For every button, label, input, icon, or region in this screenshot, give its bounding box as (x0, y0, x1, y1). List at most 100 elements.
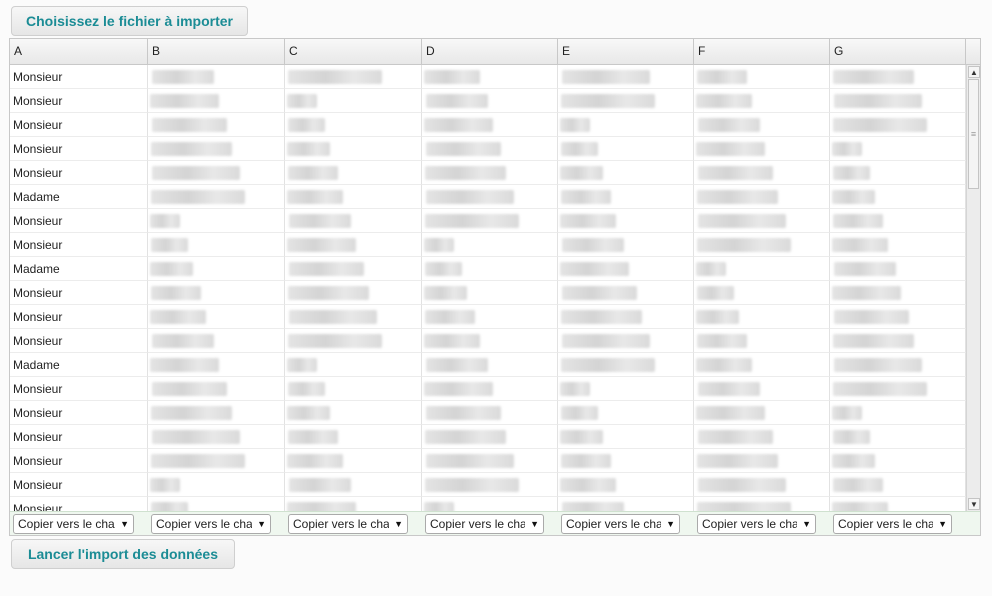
grid-header: A B C D E F G (10, 39, 980, 65)
redacted-value (151, 454, 245, 468)
cell-civility: Monsieur (10, 113, 148, 137)
column-header-e[interactable]: E (558, 39, 694, 64)
chevron-down-icon: ▼ (394, 519, 403, 529)
redacted-value (562, 70, 650, 84)
redacted-value (561, 94, 655, 108)
copy-to-field-select[interactable]: Copier vers le cha ▼ (425, 514, 544, 534)
redacted-value (425, 310, 475, 324)
cell-civility: Monsieur (10, 473, 148, 497)
redacted-value (696, 262, 726, 276)
cell-redacted (285, 281, 422, 305)
cell-redacted (830, 137, 966, 161)
cell-civility: Monsieur (10, 137, 148, 161)
redacted-value (562, 286, 637, 300)
redacted-value (834, 310, 909, 324)
column-mapping-bar: Copier vers le cha ▼ Copier vers le cha ▼ Co… (10, 511, 980, 535)
cell-redacted (558, 113, 694, 137)
redacted-value (833, 478, 883, 492)
cell-redacted (148, 425, 285, 449)
copy-to-field-select[interactable]: Copier vers le cha ▼ (13, 514, 134, 534)
cell-redacted (558, 305, 694, 329)
copy-to-field-select[interactable]: Copier vers le cha ▼ (833, 514, 952, 534)
redacted-value (562, 334, 650, 348)
cell-redacted (558, 233, 694, 257)
column-header-b[interactable]: B (148, 39, 285, 64)
chevron-down-icon: ▼ (666, 519, 675, 529)
cell-civility: Monsieur (10, 65, 148, 89)
redacted-value (832, 190, 875, 204)
select-label: Copier vers le cha (430, 517, 525, 531)
redacted-value (561, 310, 642, 324)
scrollbar-thumb[interactable]: ≡ (968, 79, 979, 189)
redacted-value (287, 502, 356, 511)
column-header-d[interactable]: D (422, 39, 558, 64)
redacted-value (150, 478, 180, 492)
redacted-value (425, 214, 519, 228)
cell-redacted (830, 233, 966, 257)
redacted-value (561, 406, 598, 420)
copy-to-field-select[interactable]: Copier vers le cha ▼ (697, 514, 816, 534)
cell-redacted (148, 257, 285, 281)
cell-redacted (830, 377, 966, 401)
redacted-value (697, 454, 778, 468)
table-row: Monsieur (10, 329, 966, 353)
cell-redacted (830, 353, 966, 377)
copy-to-field-select[interactable]: Copier vers le cha ▼ (288, 514, 408, 534)
redacted-value (560, 262, 629, 276)
redacted-value (698, 430, 773, 444)
cell-redacted (422, 65, 558, 89)
cell-redacted (148, 401, 285, 425)
table-row: Monsieur (10, 377, 966, 401)
cell-civility: Monsieur (10, 425, 148, 449)
chevron-down-icon: ▼ (802, 519, 811, 529)
cell-redacted (285, 113, 422, 137)
import-preview-grid: A B C D E F G Monsieur Monsieur Monsieur Mo… (9, 38, 981, 536)
table-row: Monsieur (10, 209, 966, 233)
cell-civility: Monsieur (10, 401, 148, 425)
redacted-value (698, 166, 773, 180)
cell-redacted (285, 209, 422, 233)
table-row: Monsieur (10, 305, 966, 329)
cell-civility: Monsieur (10, 161, 148, 185)
redacted-value (425, 262, 462, 276)
cell-redacted (830, 185, 966, 209)
table-row: Monsieur (10, 449, 966, 473)
redacted-value (426, 358, 488, 372)
launch-import-button[interactable]: Lancer l'import des données (11, 539, 235, 569)
redacted-value (425, 478, 519, 492)
redacted-value (426, 94, 488, 108)
select-label: Copier vers le cha (293, 517, 389, 531)
vertical-scrollbar[interactable]: ▲ ≡ ▼ (966, 65, 980, 511)
choose-file-button[interactable]: Choisissez le fichier à importer (11, 6, 248, 36)
redacted-value (151, 190, 245, 204)
cell-redacted (148, 329, 285, 353)
cell-redacted (285, 185, 422, 209)
cell-redacted (285, 425, 422, 449)
cell-redacted (558, 257, 694, 281)
column-header-f[interactable]: F (694, 39, 830, 64)
scroll-up-icon[interactable]: ▲ (968, 66, 980, 78)
column-header-a[interactable]: A (10, 39, 148, 64)
scroll-down-icon[interactable]: ▼ (968, 498, 980, 510)
chevron-down-icon: ▼ (938, 519, 947, 529)
cell-redacted (558, 65, 694, 89)
redacted-value (287, 190, 343, 204)
cell-redacted (285, 305, 422, 329)
copy-to-field-select[interactable]: Copier vers le cha ▼ (561, 514, 680, 534)
copy-to-field-select[interactable]: Copier vers le cha ▼ (151, 514, 271, 534)
cell-civility: Monsieur (10, 305, 148, 329)
column-header-g[interactable]: G (830, 39, 966, 64)
cell-redacted (694, 137, 830, 161)
redacted-value (287, 238, 356, 252)
cell-redacted (422, 209, 558, 233)
cell-redacted (148, 185, 285, 209)
cell-redacted (422, 329, 558, 353)
select-label: Copier vers le cha (156, 517, 252, 531)
column-header-c[interactable]: C (285, 39, 422, 64)
redacted-value (560, 478, 616, 492)
cell-redacted (694, 233, 830, 257)
table-row: Monsieur (10, 425, 966, 449)
table-row: Monsieur (10, 113, 966, 137)
redacted-value (288, 286, 369, 300)
redacted-value (561, 358, 655, 372)
